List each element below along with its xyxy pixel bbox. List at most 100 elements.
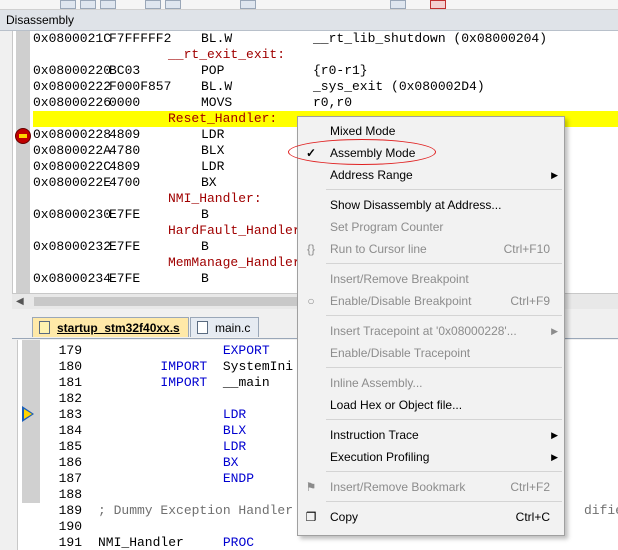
- keyword: ENDP: [222, 471, 255, 486]
- line-number: 191: [58, 535, 82, 550]
- menu-item-address-range[interactable]: Address Range ▶: [298, 164, 564, 186]
- comment-tail: dified): [584, 503, 618, 518]
- menu-separator: [326, 367, 562, 368]
- toolbar-button[interactable]: [240, 0, 256, 9]
- mnemonic: BLX: [201, 143, 225, 158]
- menu-item-label: Enable/Disable Tracepoint: [330, 346, 471, 360]
- operand: _sys_exit (0x080002D4): [313, 79, 485, 94]
- menu-item-copy[interactable]: ❐ Copy Ctrl+C: [298, 506, 564, 528]
- submenu-arrow-icon: ▶: [551, 170, 558, 180]
- disassembly-code-row[interactable]: 0x0800021C F7FFFFF2 BL.W __rt_lib_shutdown …: [33, 31, 618, 47]
- address: 0x08000230: [33, 207, 112, 222]
- toolbar-button[interactable]: [100, 0, 116, 9]
- source-code: BLX: [98, 423, 246, 439]
- tab-label: startup_stm32f40xx.s: [57, 321, 180, 335]
- menu-item-shortcut: Ctrl+F10: [503, 242, 550, 256]
- disassembly-code-row[interactable]: 0x08000220 BC03 POP {r0-r1}: [33, 63, 618, 79]
- menu-item-label: Set Program Counter: [330, 220, 444, 234]
- line-number: 181: [58, 375, 82, 390]
- source-code: LDR: [98, 439, 246, 455]
- toolbar-button[interactable]: [80, 0, 96, 9]
- menu-item-enable-disable-breakpoint: ○ Enable/Disable Breakpoint Ctrl+F9: [298, 290, 564, 312]
- tab-main-c[interactable]: main.c: [190, 317, 260, 337]
- disassembly-code-row[interactable]: 0x08000226 0000 MOVS r0,r0: [33, 95, 618, 111]
- menu-separator: [326, 189, 562, 190]
- operand: r0,r0: [313, 95, 353, 110]
- menu-item-label: Instruction Trace: [330, 428, 419, 442]
- disassembly-gutter[interactable]: [16, 31, 30, 293]
- opcode: BC03: [109, 63, 141, 78]
- keyword: LDR: [222, 407, 247, 422]
- comment-text: ; Dummy Exception Handler: [98, 503, 294, 518]
- mnemonic: BL.W: [201, 31, 233, 46]
- menu-item-label: Insert Tracepoint at '0x08000228'...: [330, 324, 517, 338]
- menu-item-label: Insert/Remove Breakpoint: [330, 272, 469, 286]
- disassembly-title-bar: Disassembly: [0, 10, 618, 31]
- menu-item-label: Address Range: [330, 168, 413, 182]
- source-code: BX: [98, 455, 239, 471]
- asm-file-icon: [39, 321, 50, 334]
- line-number: 179: [58, 343, 82, 358]
- menu-separator: [326, 471, 562, 472]
- operand-text: SystemIni: [207, 359, 294, 374]
- keyword: BLX: [222, 423, 247, 438]
- menu-item-instruction-trace[interactable]: Instruction Trace ▶: [298, 424, 564, 446]
- menu-item-load-hex-or-object-file[interactable]: Load Hex or Object file...: [298, 394, 564, 416]
- source-code: NMI_Handler PROC: [98, 535, 254, 550]
- source-line[interactable]: 191 NMI_Handler PROC: [18, 535, 618, 550]
- toolbar-button[interactable]: [145, 0, 161, 9]
- submenu-arrow-icon: ▶: [551, 430, 558, 440]
- toolbar-button[interactable]: [165, 0, 181, 9]
- address: 0x0800022A: [33, 143, 112, 158]
- menu-item-show-disassembly-at-address[interactable]: Show Disassembly at Address...: [298, 194, 564, 216]
- keyword: IMPORT: [160, 375, 208, 390]
- opcode: E7FE: [109, 207, 141, 222]
- toolbar-button[interactable]: [60, 0, 76, 9]
- mnemonic: B: [201, 239, 209, 254]
- menu-item-insert-remove-bookmark: ⚑ Insert/Remove Bookmark Ctrl+F2: [298, 476, 564, 498]
- keyword: EXPORT: [222, 343, 270, 358]
- symbol-label: NMI_Handler:: [168, 191, 262, 206]
- submenu-arrow-icon: ▶: [551, 326, 558, 336]
- menu-item-shortcut: Ctrl+F2: [510, 480, 550, 494]
- address: 0x0800021C: [33, 31, 112, 46]
- source-code: ENDP: [98, 471, 254, 487]
- address: 0x0800022C: [33, 159, 112, 174]
- menu-item-insert-tracepoint-at-0x08000228: Insert Tracepoint at '0x08000228'... ▶: [298, 320, 564, 342]
- tab-startup-file[interactable]: startup_stm32f40xx.s: [32, 317, 189, 337]
- opcode: E7FE: [109, 271, 141, 286]
- menu-item-enable-disable-tracepoint: Enable/Disable Tracepoint: [298, 342, 564, 364]
- menu-item-shortcut: Ctrl+C: [515, 510, 550, 524]
- operand: __rt_lib_shutdown (0x08000204): [313, 31, 548, 46]
- address: 0x08000228: [33, 127, 112, 142]
- line-number: 187: [58, 471, 82, 486]
- opcode: 4780: [109, 143, 141, 158]
- line-number: 190: [58, 519, 82, 534]
- menu-item-label: Run to Cursor line: [330, 242, 427, 256]
- menu-item-execution-profiling[interactable]: Execution Profiling ▶: [298, 446, 564, 468]
- keyword: LDR: [222, 439, 247, 454]
- menu-item-label: Copy: [330, 510, 359, 524]
- disassembly-label-row[interactable]: __rt_exit_exit:: [33, 47, 618, 63]
- address: 0x08000232: [33, 239, 112, 254]
- run-to-cursor-icon: {}: [306, 242, 315, 256]
- line-number: 184: [58, 423, 82, 438]
- close-icon[interactable]: [430, 0, 446, 9]
- address: 0x08000222: [33, 79, 112, 94]
- mnemonic: POP: [201, 63, 225, 78]
- mnemonic: LDR: [201, 159, 225, 174]
- symbol-label: Reset_Handler:: [168, 111, 278, 126]
- toolbar-button[interactable]: [390, 0, 406, 9]
- disassembly-code-row[interactable]: 0x08000222 F000F857 BL.W _sys_exit (0x08000…: [33, 79, 618, 95]
- line-number: 189: [58, 503, 82, 518]
- mnemonic: B: [201, 271, 209, 286]
- address: 0x08000220: [33, 63, 112, 78]
- scrollbar-thumb[interactable]: [34, 297, 314, 306]
- menu-item-label: Inline Assembly...: [330, 376, 423, 390]
- scroll-left-arrow-icon[interactable]: ◀: [16, 296, 24, 307]
